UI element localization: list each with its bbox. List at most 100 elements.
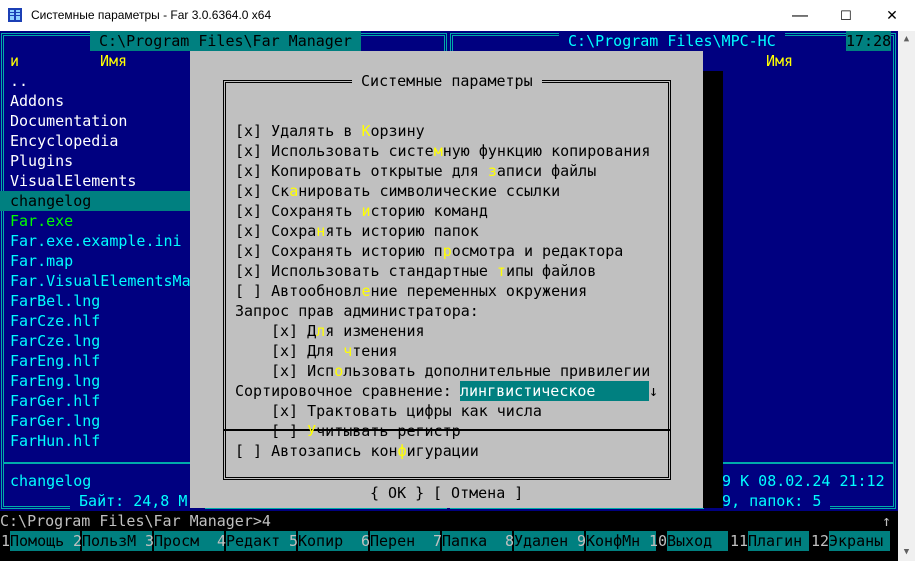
fkey-12-button[interactable]: Экраны [829,531,890,551]
sort-combobox[interactable]: лингвистическое [460,381,649,401]
fkey-number: 11 [730,532,749,550]
option-label-rest: льзовать дополнительные привилегии [343,362,651,380]
autosave-option-row[interactable]: [ ] Автозапись конфигурации [235,441,479,461]
option-row[interactable]: [x] Сканировать символические ссылки [235,181,560,201]
file-list-item[interactable]: FarHun.hlf [10,431,190,451]
option-label: Сохранять историю п [271,242,443,260]
checkbox[interactable]: [ ] [235,442,262,460]
ok-button[interactable]: { OK } [370,483,424,503]
checkbox[interactable]: [ ] [235,282,262,300]
file-list-item[interactable]: FarEng.lng [10,371,190,391]
window-titlebar: Системные параметры - Far 3.0.6364.0 x64… [0,0,915,31]
option-row[interactable]: [x] Использовать системную функцию копир… [235,141,650,161]
option-label: Использовать стандартные [271,262,497,280]
option-row[interactable]: [x] Копировать открытые для записи файлы [235,161,596,181]
scroll-up-arrow-icon[interactable]: ▲ [898,31,915,48]
fkey-7-button[interactable]: Папка [442,531,512,551]
admin-option-row[interactable]: [x] Использовать дополнительные привилег… [271,361,650,381]
file-list-item[interactable]: .. [10,71,190,91]
fkey-6-button[interactable]: Перен [370,531,440,551]
file-list-item[interactable]: FarCze.hlf [10,311,190,331]
option-label-rest: орзину [370,122,425,140]
option-row[interactable]: [x] Использовать стандартные типы файлов [235,261,596,281]
file-list-item[interactable]: FarCze.lng [10,331,190,351]
sort-option-row[interactable]: [x] Трактовать цифры как числа [271,401,542,421]
file-list-item[interactable]: FarGer.lng [10,411,190,431]
command-line[interactable]: C:\Program Files\Far Manager>4 [0,511,271,531]
checkbox[interactable]: [x] [235,162,262,180]
left-panel-col-name[interactable]: Имя [100,51,127,71]
option-label: Сохра [271,222,317,240]
fkey-3-button[interactable]: Просм [154,531,224,551]
file-list-item[interactable]: Encyclopedia [10,131,190,151]
admin-option-row[interactable]: [x] Для чтения [271,341,397,361]
checkbox[interactable]: [x] [235,142,262,160]
system-settings-dialog[interactable]: Системные параметры [x] Удалять в Корзин… [190,51,703,508]
maximize-button[interactable]: ☐ [823,0,869,31]
file-list-item[interactable]: Far.exe.example.ini [10,231,190,251]
checkbox[interactable]: [x] [235,202,262,220]
option-label: Трактовать цифры как числа [307,402,542,420]
option-label-rest: ние переменных окружения [370,282,588,300]
option-row[interactable]: [x] Удалять в Корзину [235,121,425,141]
far-app-icon [8,8,22,22]
file-list-item[interactable]: FarBel.lng [10,291,190,311]
checkbox[interactable]: [x] [235,182,262,200]
option-row[interactable]: [ ] Автообновление переменных окружения [235,281,587,301]
file-list-item[interactable]: Documentation [10,111,190,131]
file-list-item[interactable]: Far.map [10,251,190,271]
sort-dropdown-arrow-icon[interactable]: ↓ [649,381,658,401]
option-hotkey: л [316,322,326,340]
admin-option-row[interactable]: [x] Для изменения [271,321,425,341]
left-panel-col-n: и [10,52,20,70]
minimize-button[interactable]: — [777,0,823,31]
dialog-title: Системные параметры [352,71,542,91]
option-label: Сохранять [271,202,362,220]
fkey-number: 8 [505,532,515,550]
far-console: C:\Program Files\Far Manager и Имя .. Add… [0,31,898,561]
file-list-item[interactable]: Plugins [10,151,190,171]
file-list-item[interactable]: FarEng.hlf [10,351,190,371]
checkbox[interactable]: [x] [271,362,298,380]
window-scrollbar[interactable]: ▲ ▼ [898,31,915,561]
option-label-rest: ять историю папок [325,222,479,240]
fkey-11-button[interactable]: Плагин [748,531,809,551]
right-panel-col-name[interactable]: Имя [766,51,793,71]
fkey-5-button[interactable]: Копир [298,531,368,551]
checkbox[interactable]: [x] [235,262,262,280]
option-row[interactable]: [x] Сохранять историю просмотра и редакт… [235,241,623,261]
checkbox[interactable]: [x] [235,122,262,140]
option-hotkey: а [289,182,299,200]
fkey-1-button[interactable]: Помощь [10,531,80,551]
file-list-item[interactable]: Addons [10,91,190,111]
checkbox[interactable]: [x] [235,242,262,260]
right-panel-title[interactable]: C:\Program Files\MPC-HC [559,31,785,51]
file-list-item[interactable]: VisualElements [10,171,190,191]
checkbox[interactable]: [ ] [271,422,298,440]
checkbox[interactable]: [x] [235,222,262,240]
option-label-rest: я изменения [325,322,425,340]
option-label-rest: нировать символические ссылки [298,182,561,200]
file-list-item[interactable]: Far.exe [10,211,190,231]
checkbox[interactable]: [x] [271,322,298,340]
checkbox[interactable]: [x] [271,342,298,360]
close-button[interactable]: ✕ [869,0,915,31]
option-label: Автозапись кон [271,442,398,460]
scroll-down-arrow-icon[interactable]: ▼ [898,544,915,561]
option-row[interactable]: [x] Сохранять историю папок [235,221,479,241]
fkey-2-button[interactable]: ПользМ [82,531,152,551]
file-list-item[interactable]: FarGer.hlf [10,391,190,411]
fkey-8-button[interactable]: Удален [514,531,584,551]
left-panel-title[interactable]: C:\Program Files\Far Manager [90,31,361,51]
file-list-item[interactable]: Far.VisualElementsMa [10,271,190,291]
fkey-9-button[interactable]: КонфМн [586,531,656,551]
fkey-10-button[interactable]: Выход [667,531,728,551]
cancel-button[interactable]: [ Отмена ] [433,483,523,503]
file-list-item[interactable]: changelog [0,191,190,211]
option-label: Автообновл [271,282,362,300]
sort-option-row[interactable]: [ ] Учитывать регистр [271,421,461,441]
checkbox[interactable]: [x] [271,402,298,420]
fkey-4-button[interactable]: Редакт [226,531,296,551]
option-hotkey: ч [343,342,353,360]
option-row[interactable]: [x] Сохранять историю команд [235,201,488,221]
